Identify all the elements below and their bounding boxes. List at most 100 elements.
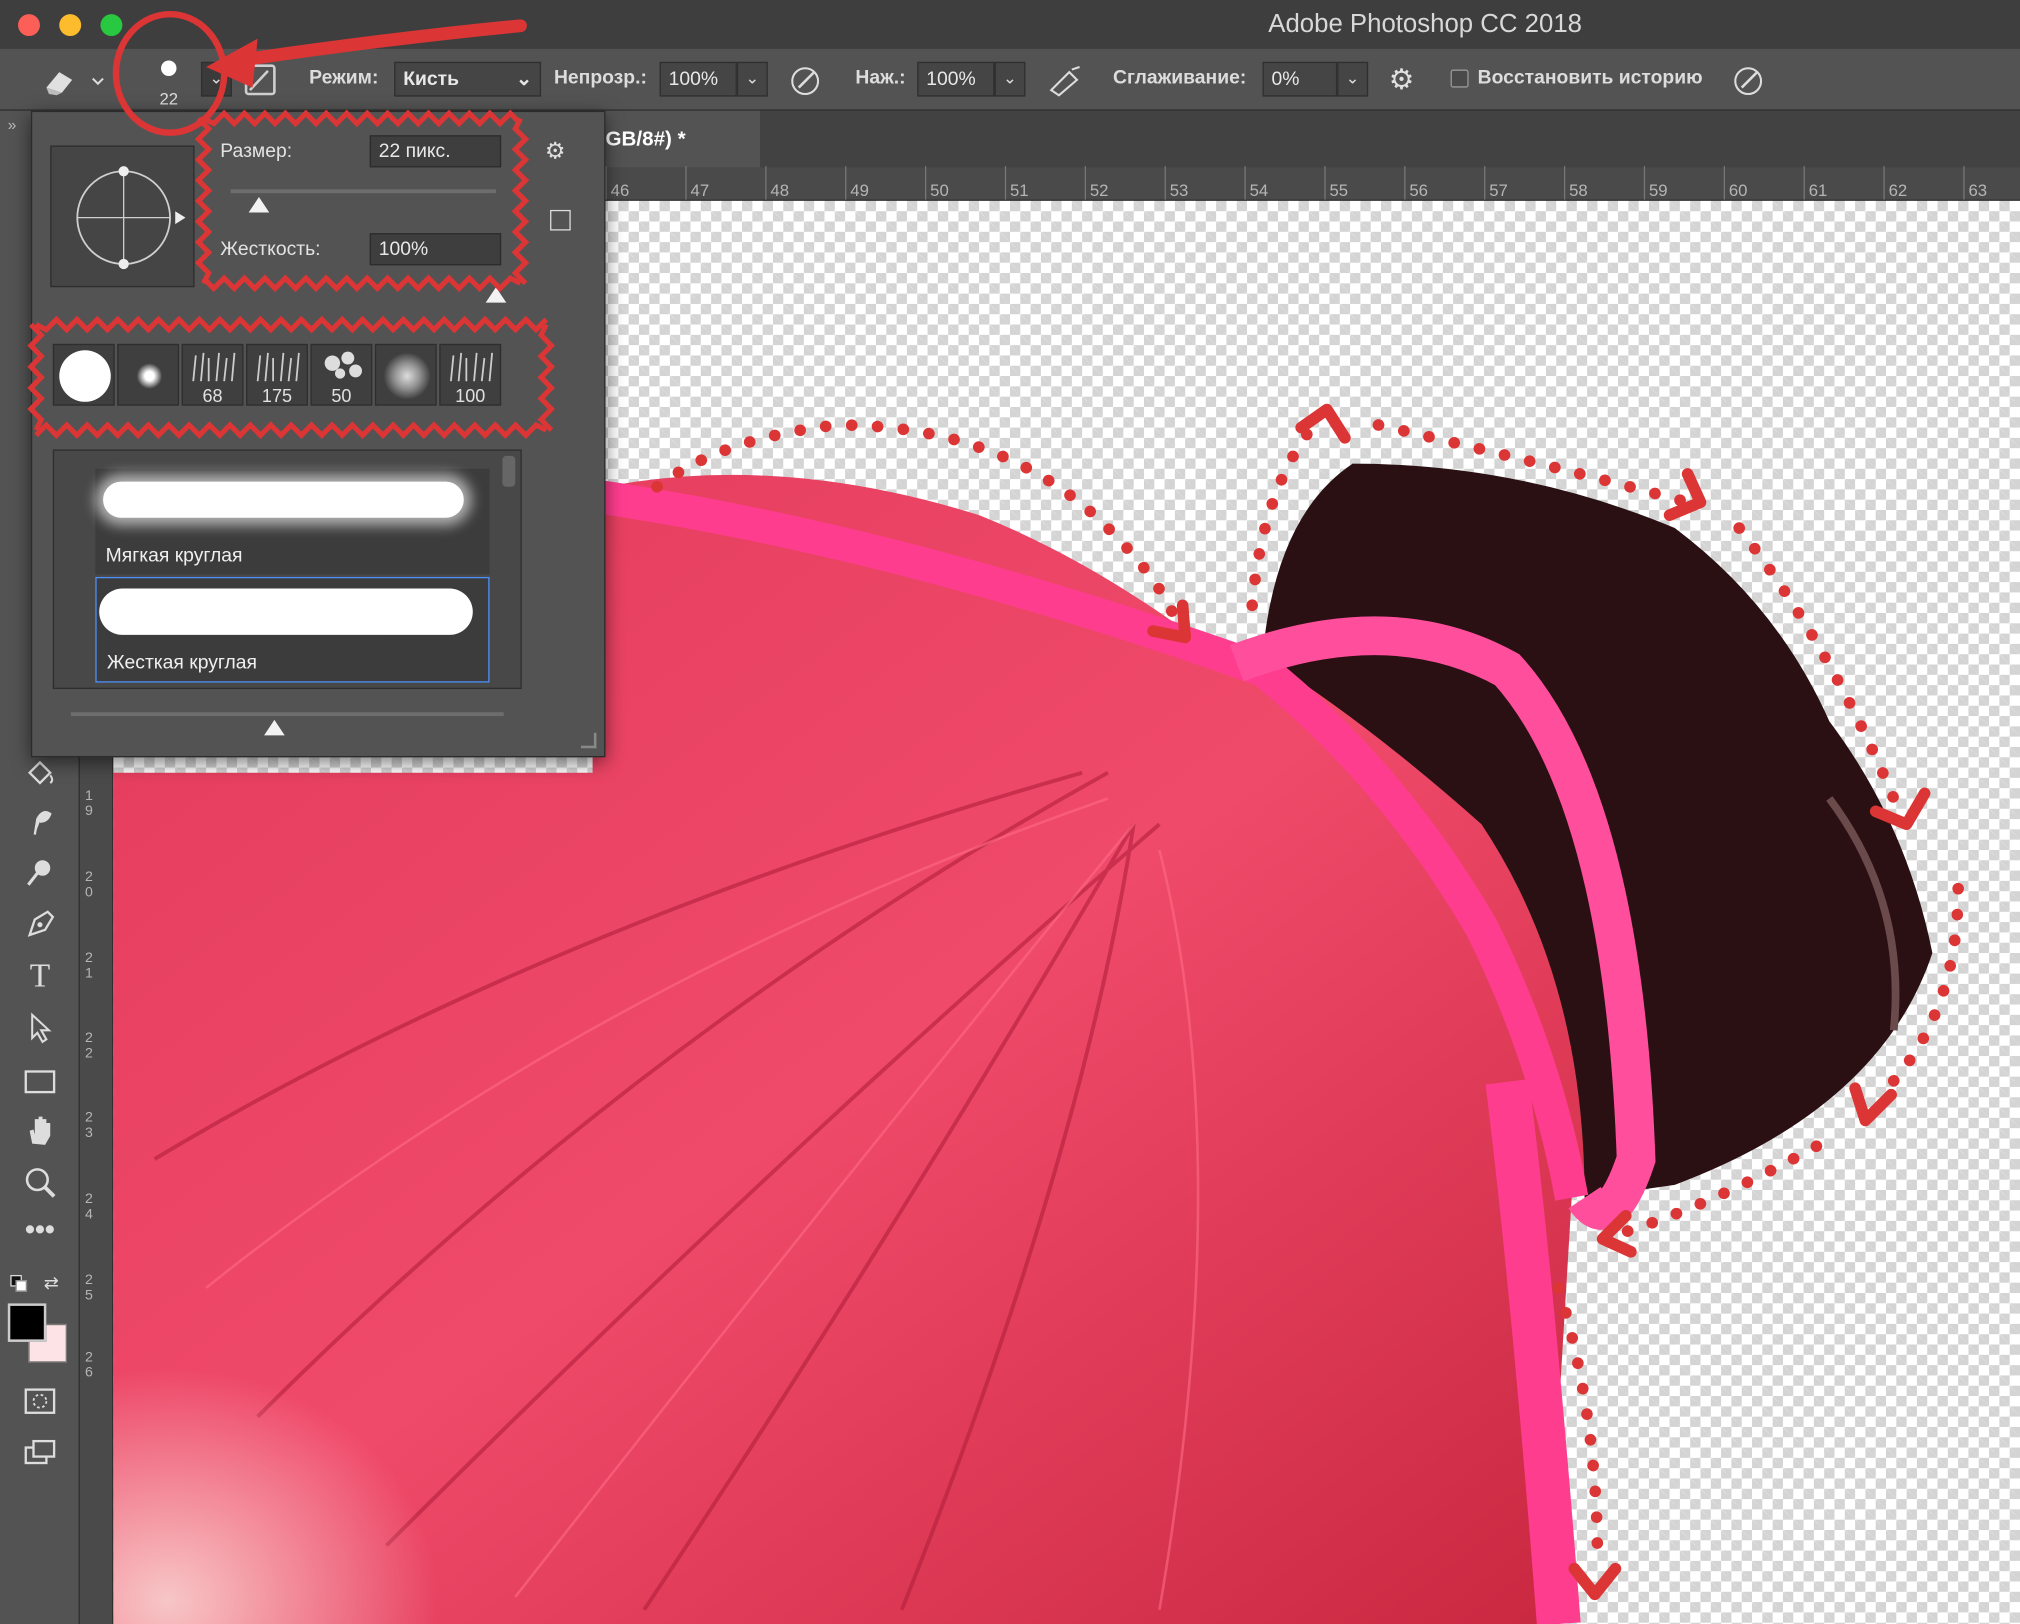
grass-brush-icon <box>192 352 236 382</box>
opacity-input[interactable]: 100% <box>659 61 737 97</box>
dodge-tool-icon[interactable] <box>22 855 58 891</box>
size-slider-thumb[interactable] <box>248 197 270 213</box>
type-tool-icon[interactable]: T <box>22 958 58 994</box>
soft-stroke-preview <box>103 481 464 518</box>
ruler-label: 19 <box>84 788 93 820</box>
ruler-label: 59 <box>1648 180 1668 200</box>
mode-select[interactable]: Кисть ⌄ <box>394 61 542 97</box>
hand-tool-icon[interactable] <box>22 1113 58 1149</box>
ruler-tick <box>924 166 927 200</box>
size-slider[interactable] <box>230 187 496 215</box>
document-tab[interactable]: GB/8#) * <box>605 110 761 168</box>
brush-settings-toggle[interactable] <box>244 64 276 96</box>
foreground-color-swatch[interactable] <box>7 1303 47 1342</box>
preset-hard-round[interactable] <box>52 343 115 406</box>
smoothing-settings-gear-icon[interactable]: ⚙ <box>1389 64 1420 95</box>
mode-label: Режим: <box>309 66 379 89</box>
popup-settings-gear-icon[interactable]: ⚙ <box>545 138 566 165</box>
path-selection-tool-icon[interactable] <box>22 1010 58 1046</box>
pressure-label: Наж.: <box>855 66 906 89</box>
preset-soft-round-icon <box>136 363 163 389</box>
preset-leaves[interactable]: 50 <box>310 343 373 406</box>
airbrush-icon[interactable] <box>1046 64 1085 97</box>
brush-list-scrollbar[interactable] <box>502 455 516 487</box>
ruler-label: 57 <box>1489 180 1508 200</box>
pressure-opacity-icon[interactable] <box>788 64 821 97</box>
ruler-label: 62 <box>1888 180 1908 200</box>
preview-size-slider-thumb[interactable] <box>264 719 285 736</box>
quick-mask-icon[interactable] <box>22 1383 58 1419</box>
brush-item-hard-round[interactable]: Жесткая круглая <box>95 576 490 683</box>
brush-angle-widget[interactable] <box>50 145 195 288</box>
pressure-size-icon[interactable] <box>1731 64 1764 97</box>
ruler-tick <box>605 166 607 200</box>
preset-scattered-grass[interactable]: 175 <box>246 343 308 406</box>
smoothing-dropdown[interactable]: ⌄ <box>1337 61 1369 97</box>
brush-size-readout: 22 <box>159 88 179 109</box>
paint-bucket-tool-icon[interactable] <box>22 757 58 793</box>
ruler-tick <box>1004 166 1007 200</box>
panel-collapse-icon[interactable]: » <box>8 116 17 134</box>
ruler-tick <box>685 166 687 200</box>
new-preset-icon[interactable] <box>550 209 571 231</box>
leaves-brush-icon <box>324 351 363 379</box>
swap-colors-icon[interactable]: ⇄ <box>44 1272 59 1294</box>
smoothing-label: Сглаживание: <box>1113 66 1247 89</box>
pressure-dropdown[interactable]: ⌄ <box>994 61 1026 97</box>
ruler-label: 47 <box>690 180 710 200</box>
restore-history-checkbox[interactable] <box>1450 69 1469 88</box>
opacity-dropdown[interactable]: ⌄ <box>736 61 768 97</box>
ruler-tick <box>765 166 767 200</box>
hardness-label: Жесткость: <box>220 238 321 261</box>
opacity-label: Непрозр.: <box>553 66 647 89</box>
ruler-tick <box>1723 166 1725 200</box>
ruler-label: 51 <box>1009 180 1029 200</box>
hardness-input[interactable]: 100% <box>369 233 502 266</box>
ruler-label: 48 <box>770 180 790 200</box>
brush-item-soft-round[interactable]: Мягкая круглая <box>95 468 490 575</box>
ruler-label: 22 <box>84 1030 93 1062</box>
pen-tool-icon[interactable] <box>22 907 58 943</box>
ruler-tick <box>1324 166 1326 200</box>
resize-grip-icon[interactable] <box>581 732 597 749</box>
pressure-input[interactable]: 100% <box>917 61 995 97</box>
hard-stroke-preview <box>99 588 473 635</box>
ruler-label: 21 <box>84 950 93 982</box>
preset-grass-large[interactable]: 100 <box>439 343 502 406</box>
hardness-slider-thumb[interactable] <box>485 287 507 303</box>
preset-airbrush[interactable] <box>374 343 437 406</box>
ruler-label: 25 <box>84 1272 93 1304</box>
preview-size-slider[interactable] <box>70 710 504 743</box>
ruler-label: 20 <box>84 869 93 901</box>
smoothing-input[interactable]: 0% <box>1262 61 1338 97</box>
brush-tip-preview-icon <box>161 60 177 76</box>
rectangle-tool-icon[interactable] <box>22 1064 58 1100</box>
ruler-tick <box>1484 166 1486 200</box>
brush-picker-button[interactable]: 22 <box>139 54 198 108</box>
ruler-tick <box>1963 166 1965 200</box>
more-tools-icon[interactable]: ••• <box>22 1215 58 1252</box>
ruler-label: 60 <box>1728 180 1748 200</box>
preset-grass[interactable]: 68 <box>181 343 244 406</box>
default-colors-icon[interactable] <box>10 1274 28 1293</box>
screen-mode-icon[interactable] <box>22 1435 58 1471</box>
size-label: Размер: <box>220 140 293 163</box>
restore-history-label: Восстановить историю <box>1477 66 1703 89</box>
brush-picker-dropdown[interactable]: ⌄ <box>200 61 232 97</box>
ruler-label: 24 <box>84 1191 93 1223</box>
preset-soft-round[interactable] <box>117 343 180 406</box>
ruler-label: 23 <box>84 1110 93 1142</box>
eraser-tool-preset-button[interactable] <box>39 62 111 101</box>
smudge-tool-icon[interactable] <box>22 804 58 840</box>
mode-value: Кисть <box>403 68 460 91</box>
size-input[interactable]: 22 пикс. <box>369 135 502 168</box>
brush-panel-icon <box>248 69 269 92</box>
ruler-label: 50 <box>930 180 949 200</box>
zoom-tool-icon[interactable] <box>22 1164 58 1200</box>
ruler-tick <box>845 166 847 200</box>
airbrush-preset-icon <box>383 352 431 400</box>
horizontal-ruler: 46 47 48 49 50 51 52 53 54 55 56 57 58 59 60 61 62 63 <box>597 166 2020 201</box>
brush-preset-picker-popup: Размер: 22 пикс. Жесткость: 100% ⚙ 68 17… <box>30 110 606 758</box>
preset-size-label: 100 <box>455 385 486 406</box>
ruler-label: 46 <box>610 180 630 200</box>
